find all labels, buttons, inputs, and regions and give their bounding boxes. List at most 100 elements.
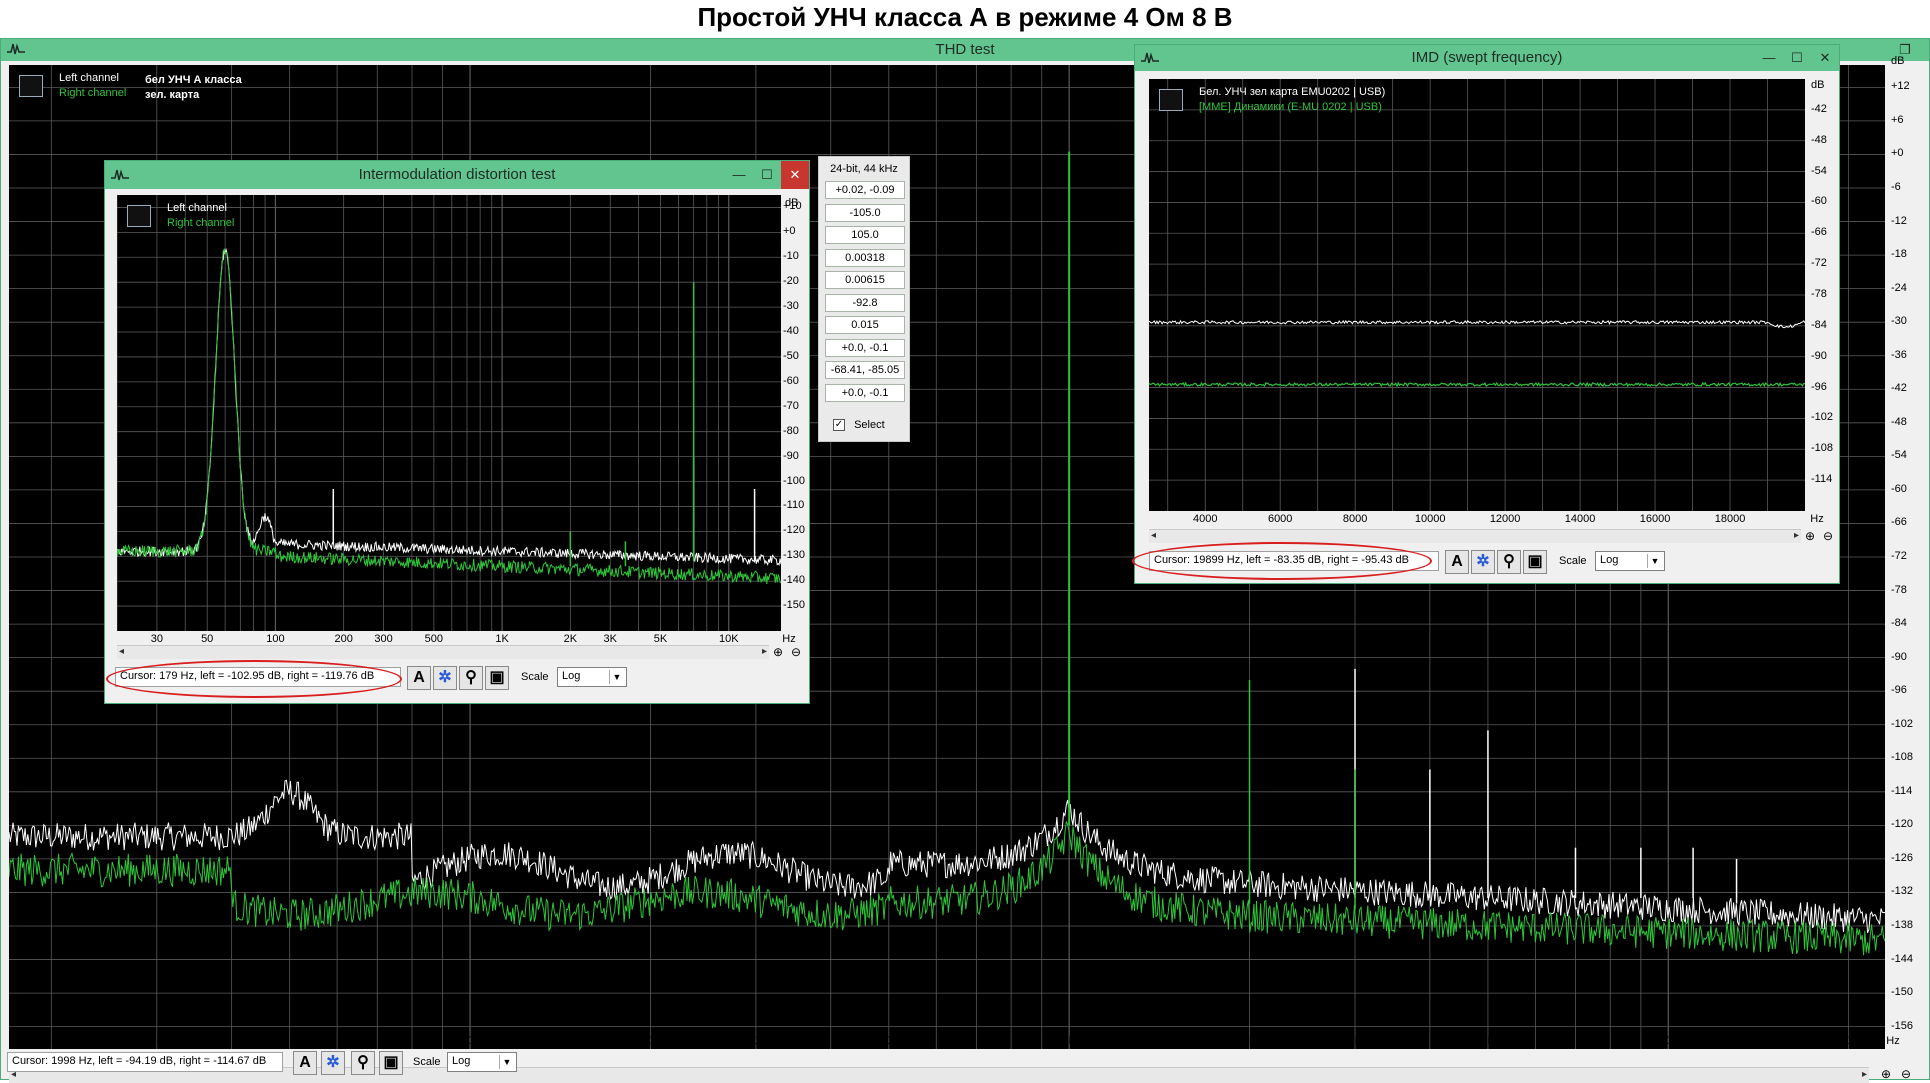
scroll-left-icon[interactable]: ◂ <box>1151 530 1156 541</box>
select-checkbox-row[interactable]: ✓ Select <box>833 419 885 432</box>
refresh-button[interactable]: ✲ <box>1471 550 1495 574</box>
x-tick-label: 1K <box>1062 1035 1076 1047</box>
text-tool-button[interactable]: A <box>407 666 431 690</box>
zoom-in-icon[interactable]: ⊕ <box>771 645 785 659</box>
x-tick-label: 14000 <box>1564 513 1596 525</box>
imd-plot-area[interactable]: Left channel Right channel <box>117 195 781 631</box>
panel-value-box: -105.0 <box>825 203 905 222</box>
imd-swept-plot-area[interactable]: Бел. УНЧ зел карта EMU0202 | USB) [MME] … <box>1149 79 1805 511</box>
x-tick-label: 1K <box>495 633 509 645</box>
magnifier-button[interactable]: ⚲ <box>1497 550 1521 574</box>
x-tick-label: 4000 <box>1192 513 1218 525</box>
y-tick-label: -72 <box>1891 550 1907 562</box>
y-tick-label: -42 <box>1811 102 1827 115</box>
save-button[interactable]: ▣ <box>485 666 509 690</box>
y-tick-label: -96 <box>1811 380 1827 393</box>
x-tick-label: 100 <box>266 633 285 645</box>
save-button[interactable]: ▣ <box>1523 550 1547 574</box>
imd-horizontal-scrollbar[interactable]: ◂ ▸ <box>117 645 769 659</box>
imd-cursor-highlight <box>106 660 402 698</box>
x-unit-label: Hz <box>782 633 796 645</box>
x-tick-label: 100 <box>460 1035 480 1047</box>
y-tick-label: -18 <box>1891 248 1907 261</box>
y-tick-label: -48 <box>1811 133 1827 146</box>
y-tick-label: -40 <box>783 325 799 338</box>
zoom-in-icon[interactable]: ⊕ <box>1879 1067 1893 1081</box>
zoom-in-icon[interactable]: ⊕ <box>1803 529 1817 543</box>
imd-swept-titlebar[interactable]: IMD (swept frequency) — ☐ ✕ <box>1135 45 1839 71</box>
minimize-button[interactable]: — <box>1755 45 1783 71</box>
maximize-button[interactable]: ☐ <box>753 161 781 189</box>
select-checkbox[interactable]: ✓ <box>833 419 845 432</box>
magnifier-button[interactable]: ⚲ <box>459 666 483 690</box>
legend-icon[interactable] <box>1159 89 1183 111</box>
panel-value-box: +0.0, -0.1 <box>825 338 905 357</box>
y-tick-label: -84 <box>1891 617 1907 630</box>
legend-right-channel: Right channel <box>59 87 127 99</box>
scale-select[interactable]: Log ▼ <box>1595 551 1665 571</box>
y-tick-label: +12 <box>1891 80 1910 93</box>
scroll-right-icon[interactable]: ▸ <box>1794 530 1799 541</box>
maximize-button[interactable]: ☐ <box>1783 45 1811 71</box>
text-tool-button[interactable]: A <box>1445 550 1469 574</box>
text-tool-button[interactable]: A <box>293 1051 317 1075</box>
x-tick-label: 18000 <box>1714 513 1746 525</box>
scale-label: Scale <box>521 671 549 683</box>
close-button[interactable]: ✕ <box>781 161 809 189</box>
x-tick-label: 10K <box>718 633 739 645</box>
left-channel-trace <box>1149 319 1805 329</box>
x-tick-label: 8000 <box>1342 513 1368 525</box>
x-tick-label: 50 <box>201 633 214 645</box>
y-tick-label: -54 <box>1891 449 1907 462</box>
imd-spectrum-chart <box>117 195 781 631</box>
x-tick-label: 3K <box>603 633 617 645</box>
scale-label: Scale <box>1559 555 1587 567</box>
x-tick-label: 20 <box>45 1035 58 1047</box>
minimize-button[interactable]: — <box>725 161 753 189</box>
y-tick-label: -6 <box>1891 181 1901 193</box>
chevron-down-icon: ▼ <box>1647 554 1662 568</box>
imd-window-title: Intermodulation distortion test <box>358 166 556 183</box>
panel-value-box: 0.00318 <box>825 248 905 267</box>
panel-value-box: -92.8 <box>825 293 905 312</box>
thd-legend-note: бел УНЧ А класса зел. карта <box>145 73 242 103</box>
y-tick-label: -114 <box>1811 473 1833 486</box>
chevron-down-icon: ▼ <box>609 670 624 684</box>
y-tick-label: -54 <box>1811 164 1827 177</box>
thd-horizontal-scrollbar[interactable]: ◂ ▸ <box>9 1067 1869 1083</box>
imd-results-panel: 24-bit, 44 kHz +0.02, -0.09 -105.0 105.0 0.… <box>818 156 910 442</box>
x-tick-label: 10000 <box>1414 513 1446 525</box>
x-tick-label: 16000 <box>1639 513 1671 525</box>
legend-left-channel: Бел. УНЧ зел карта EMU0202 | USB) <box>1199 86 1386 98</box>
scroll-left-icon[interactable]: ◂ <box>119 646 124 657</box>
zoom-out-icon[interactable]: ⊖ <box>789 645 803 659</box>
scroll-right-icon[interactable]: ▸ <box>1862 1069 1867 1080</box>
legend-icon[interactable] <box>127 205 151 227</box>
refresh-button[interactable]: ✲ <box>321 1051 345 1075</box>
legend-icon[interactable] <box>19 75 43 97</box>
scale-value: Log <box>452 1055 471 1067</box>
x-tick-label: 300 <box>374 633 393 645</box>
imd-swept-horizontal-scrollbar[interactable]: ◂ ▸ <box>1149 529 1801 543</box>
y-tick-label: -42 <box>1891 382 1907 395</box>
zoom-out-icon[interactable]: ⊖ <box>1899 1067 1913 1081</box>
y-tick-label: -30 <box>783 300 799 313</box>
y-tick-label: -102 <box>1891 717 1914 730</box>
select-label: Select <box>854 419 885 431</box>
close-button[interactable]: ✕ <box>1811 45 1839 71</box>
x-tick-label: 200 <box>641 1035 660 1047</box>
scroll-right-icon[interactable]: ▸ <box>762 646 767 657</box>
x-tick-label: 6000 <box>1267 513 1293 525</box>
scale-label: Scale <box>413 1056 441 1068</box>
zoom-out-icon[interactable]: ⊖ <box>1821 529 1835 543</box>
scale-select[interactable]: Log ▼ <box>557 667 627 687</box>
save-button[interactable]: ▣ <box>379 1051 403 1075</box>
imd-titlebar[interactable]: Intermodulation distortion test — ☐ ✕ <box>105 161 809 189</box>
y-tick-label: -102 <box>1811 411 1834 424</box>
magnifier-button[interactable]: ⚲ <box>351 1051 375 1075</box>
scale-select[interactable]: Log ▼ <box>447 1052 517 1072</box>
imd-legend: Left channel Right channel <box>167 201 234 231</box>
y-tick-label: -80 <box>783 424 799 437</box>
thd-window-title: THD test <box>935 41 995 58</box>
refresh-button[interactable]: ✲ <box>433 666 457 690</box>
